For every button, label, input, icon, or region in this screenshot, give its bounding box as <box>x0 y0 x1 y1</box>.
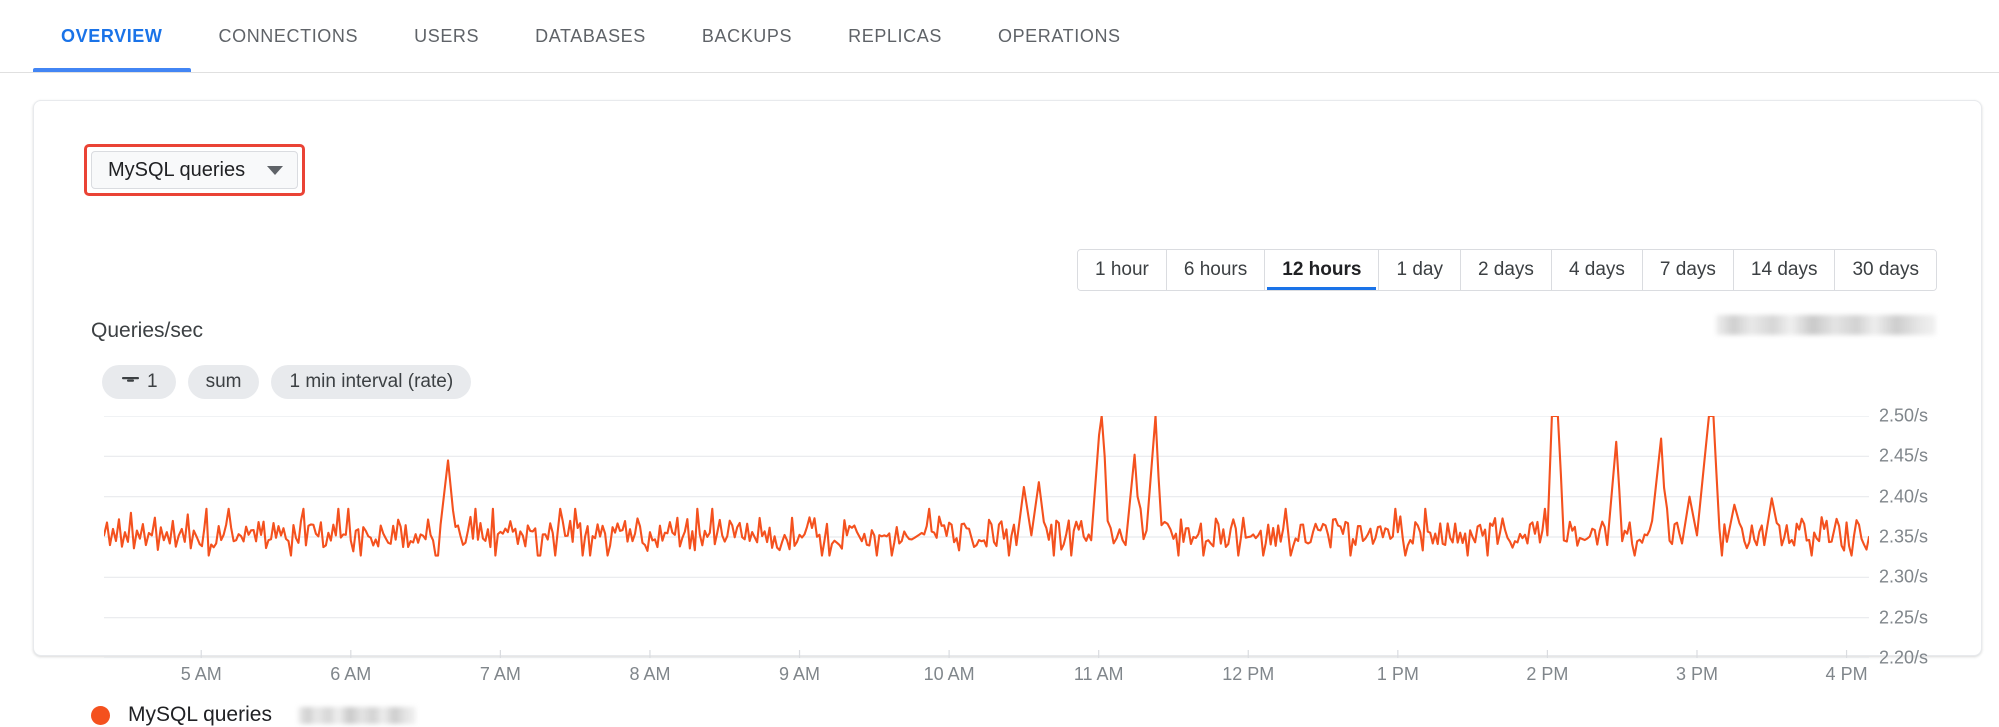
chevron-down-icon <box>267 165 284 175</box>
chart-chip-sum[interactable]: sum <box>187 365 260 399</box>
time-range-option-4-days[interactable]: 4 days <box>1551 250 1643 290</box>
redacted-legend-suffix <box>297 706 416 724</box>
chart-legend[interactable]: MySQL queries <box>91 703 416 727</box>
y-axis-labels: 2.50/s 2.45/s 2.40/s 2.35/s 2.30/s 2.25/s 2.20… <box>1879 406 1999 668</box>
chip-label: sum <box>205 371 242 392</box>
tab-databases[interactable]: DATABASES <box>507 0 674 72</box>
tab-overview[interactable]: OVERVIEW <box>33 0 191 72</box>
tab-replicas[interactable]: REPLICAS <box>820 0 970 72</box>
x-axis-tick-label: 8 AM <box>629 664 671 684</box>
x-axis-labels: 5 AM 6 AM 7 AM 8 AM 9 AM 10 AM 11 AM 12 PM 1 PM 2… <box>104 664 1869 690</box>
y-axis-tick-label: 2.35/s <box>1879 526 1929 547</box>
y-axis-tick-label: 2.25/s <box>1879 607 1929 628</box>
series-line-mysql-queries <box>104 416 1869 557</box>
time-range-option-1-hour[interactable]: 1 hour <box>1078 250 1167 290</box>
chip-label: 1 <box>147 371 158 392</box>
metric-selector-label: MySQL queries <box>108 158 246 181</box>
legend-color-dot <box>91 705 110 725</box>
tab-bar: OVERVIEW CONNECTIONS USERS DATABASES BACKUPS… <box>0 0 1999 73</box>
chart-title: Queries/sec <box>91 319 204 342</box>
y-axis-tick-label: 2.30/s <box>1879 566 1929 587</box>
chart-chip-1-min-interval-rate-[interactable]: 1 min interval (rate) <box>271 365 472 399</box>
tab-backups[interactable]: BACKUPS <box>674 0 820 72</box>
time-range-option-2-days[interactable]: 2 days <box>1460 250 1552 290</box>
x-axis-tick-label: 2 PM <box>1526 664 1569 684</box>
redacted-metric-value <box>1716 315 1936 335</box>
chart-filter-chips: 1 sum 1 min interval (rate) <box>102 365 472 399</box>
chip-label: 1 min interval (rate) <box>289 371 454 392</box>
chart-plot-area[interactable] <box>104 416 1869 658</box>
chart-chip-filter[interactable]: 1 <box>102 365 176 399</box>
tab-connections[interactable]: CONNECTIONS <box>191 0 387 72</box>
x-axis-tick-label: 6 AM <box>330 664 372 684</box>
tab-list: OVERVIEW CONNECTIONS USERS DATABASES BACKUPS… <box>33 0 1149 72</box>
y-axis-tick-label: 2.20/s <box>1879 647 1929 668</box>
time-range-option-1-day[interactable]: 1 day <box>1379 250 1461 290</box>
time-range-option-6-hours[interactable]: 6 hours <box>1166 250 1266 290</box>
x-axis-tick-label: 11 AM <box>1073 664 1124 684</box>
x-axis-tick-label: 3 PM <box>1675 664 1718 684</box>
y-axis-tick-label: 2.40/s <box>1879 486 1929 507</box>
time-range-option-12-hours[interactable]: 12 hours <box>1265 250 1380 290</box>
legend-series-label: MySQL queries <box>128 703 272 726</box>
x-axis-tick-label: 9 AM <box>779 664 821 684</box>
x-axis-tick-label: 7 AM <box>479 664 521 684</box>
tab-operations[interactable]: OPERATIONS <box>970 0 1149 72</box>
y-axis-tick-label: 2.50/s <box>1879 405 1929 426</box>
x-axis-tick-label: 12 PM <box>1222 664 1275 684</box>
metric-selector-highlight: MySQL queries <box>84 144 306 196</box>
time-range-option-7-days[interactable]: 7 days <box>1642 250 1734 290</box>
metrics-card: MySQL queries 1 hour 6 hours 12 hours 1 day… <box>33 100 1982 726</box>
tab-users[interactable]: USERS <box>386 0 507 72</box>
line-chart-svg <box>104 416 1869 658</box>
x-axis-tick-label: 5 AM <box>180 664 222 684</box>
x-axis-tick-label: 10 AM <box>923 664 975 684</box>
x-axis-tick-label: 1 PM <box>1376 664 1419 684</box>
time-range-option-14-days[interactable]: 14 days <box>1733 250 1836 290</box>
x-axis-tick-label: 4 PM <box>1825 664 1868 684</box>
y-axis-tick-label: 2.45/s <box>1879 445 1929 466</box>
time-range-option-30-days[interactable]: 30 days <box>1835 250 1936 290</box>
filter-icon <box>122 377 139 382</box>
time-range-selector[interactable]: 1 hour 6 hours 12 hours 1 day 2 days 4 days 7 … <box>1077 249 1937 291</box>
metric-selector-dropdown[interactable]: MySQL queries <box>91 151 299 189</box>
